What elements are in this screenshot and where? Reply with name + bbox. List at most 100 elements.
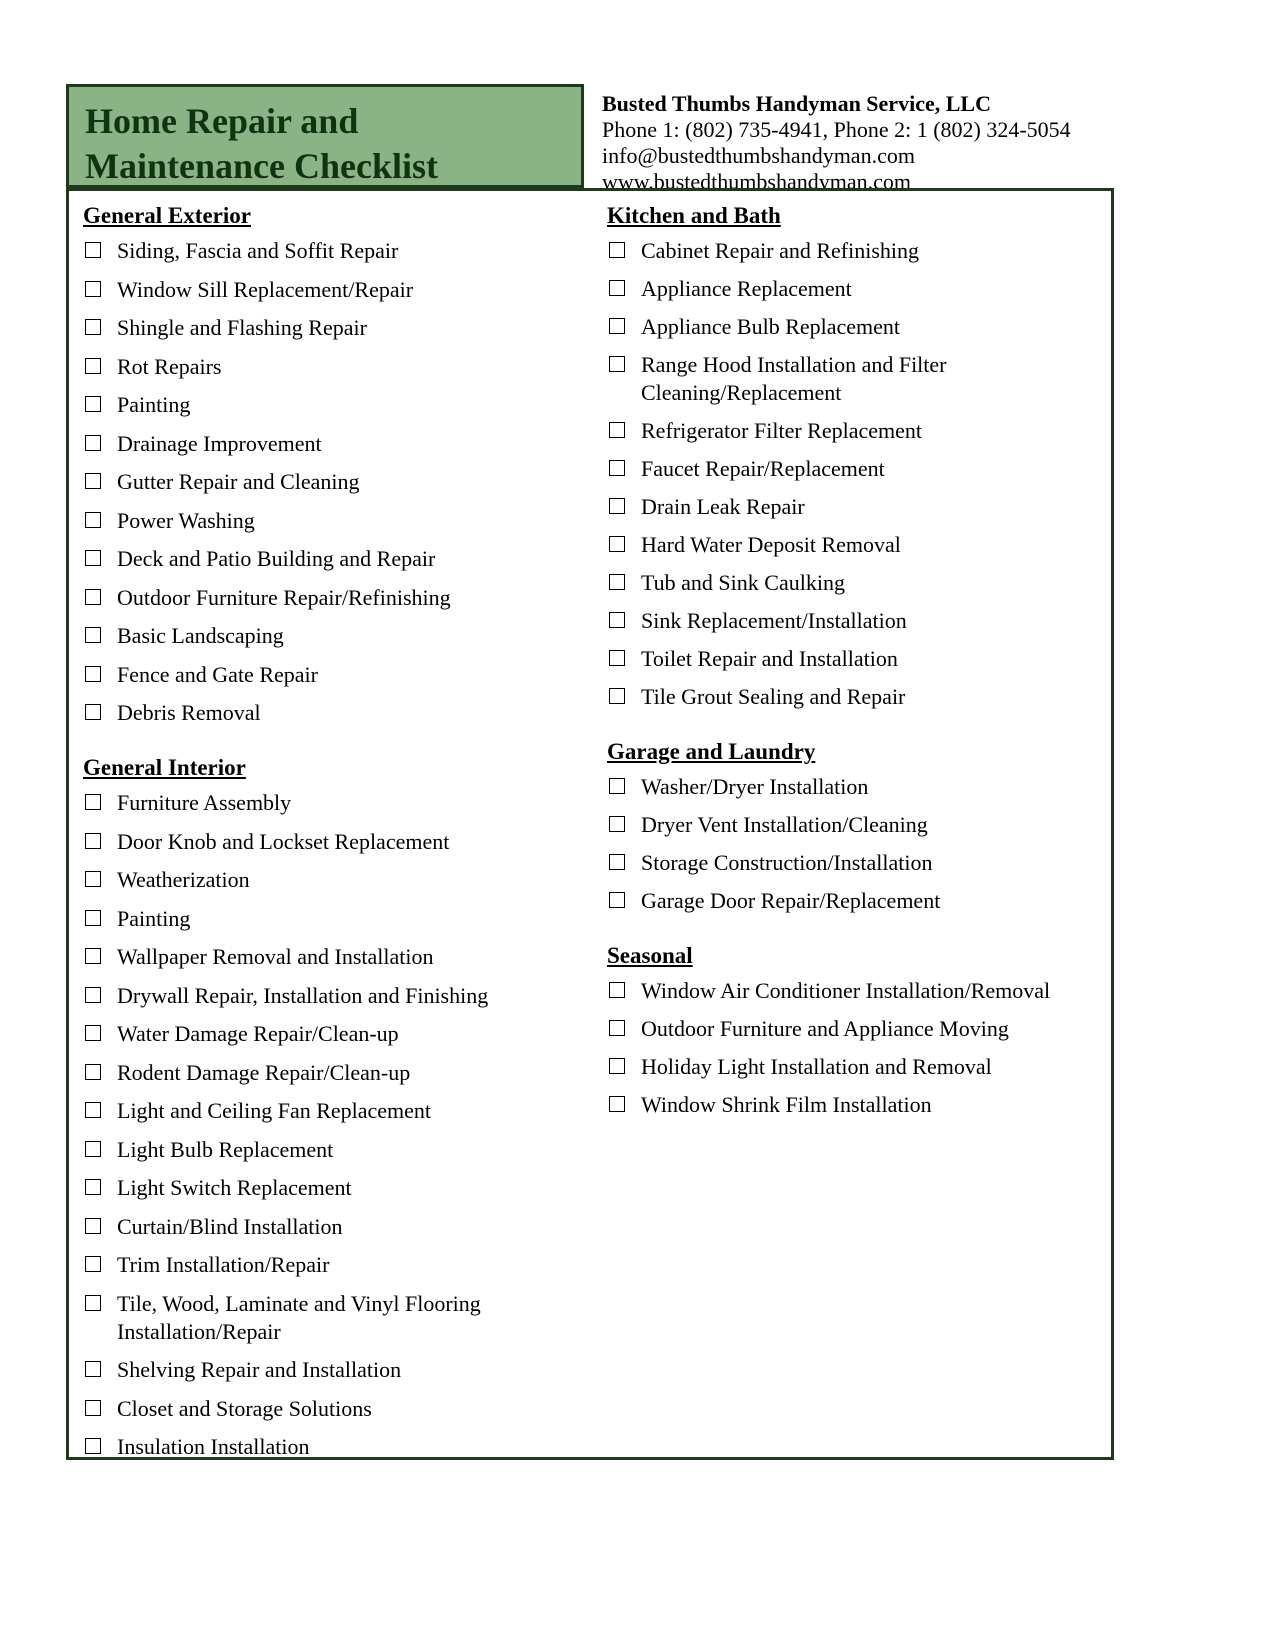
checkbox-icon[interactable] bbox=[609, 460, 625, 476]
checklist-item[interactable]: Curtain/Blind Installation bbox=[81, 1213, 601, 1241]
checkbox-icon[interactable] bbox=[609, 574, 625, 590]
checklist-item[interactable]: Tub and Sink Caulking bbox=[601, 569, 1111, 597]
checklist-item[interactable]: Power Washing bbox=[81, 507, 601, 535]
checkbox-icon[interactable] bbox=[85, 1102, 101, 1118]
checklist-item[interactable]: Shelving Repair and Installation bbox=[81, 1356, 601, 1384]
checklist-item[interactable]: Siding, Fascia and Soffit Repair bbox=[81, 237, 601, 265]
checkbox-icon[interactable] bbox=[609, 318, 625, 334]
checklist-item[interactable]: Window Sill Replacement/Repair bbox=[81, 276, 601, 304]
checkbox-icon[interactable] bbox=[85, 473, 101, 489]
checklist-item[interactable]: Window Air Conditioner Installation/Remo… bbox=[601, 977, 1111, 1005]
checklist-item[interactable]: Sink Replacement/Installation bbox=[601, 607, 1111, 635]
checkbox-icon[interactable] bbox=[609, 816, 625, 832]
checklist-item[interactable]: Tile, Wood, Laminate and Vinyl Flooring … bbox=[81, 1290, 601, 1346]
checkbox-icon[interactable] bbox=[609, 650, 625, 666]
checklist-item[interactable]: Painting bbox=[81, 905, 601, 933]
checklist-item[interactable]: Insulation Installation bbox=[81, 1433, 601, 1461]
checklist-item[interactable]: Furniture Assembly bbox=[81, 789, 601, 817]
checklist-item[interactable]: Tile Grout Sealing and Repair bbox=[601, 683, 1111, 711]
checkbox-icon[interactable] bbox=[609, 892, 625, 908]
checkbox-icon[interactable] bbox=[85, 665, 101, 682]
checklist-item[interactable]: Outdoor Furniture Repair/Refinishing bbox=[81, 584, 601, 612]
checklist-item[interactable]: Shingle and Flashing Repair bbox=[81, 314, 601, 342]
checklist-item[interactable]: Drain Leak Repair bbox=[601, 493, 1111, 521]
checkbox-icon[interactable] bbox=[85, 550, 101, 566]
checklist-item[interactable]: Door Knob and Lockset Replacement bbox=[81, 828, 601, 856]
checklist-item[interactable]: Washer/Dryer Installation bbox=[601, 773, 1111, 801]
checklist-item[interactable]: Deck and Patio Building and Repair bbox=[81, 545, 601, 573]
checkbox-icon[interactable] bbox=[609, 778, 625, 794]
checkbox-icon[interactable] bbox=[85, 319, 101, 335]
checklist-item[interactable]: Cabinet Repair and Refinishing bbox=[601, 237, 1111, 265]
checkbox-icon[interactable] bbox=[85, 396, 101, 412]
checkbox-icon[interactable] bbox=[609, 1020, 625, 1036]
checkbox-icon[interactable] bbox=[85, 986, 101, 1003]
checklist-item[interactable]: Window Shrink Film Installation bbox=[601, 1091, 1111, 1119]
checklist-item[interactable]: Refrigerator Filter Replacement bbox=[601, 417, 1111, 445]
checklist-item[interactable]: Weatherization bbox=[81, 866, 601, 894]
checklist-item[interactable]: Gutter Repair and Cleaning bbox=[81, 468, 601, 496]
checklist-item[interactable]: Storage Construction/Installation bbox=[601, 849, 1111, 877]
checkbox-icon[interactable] bbox=[85, 280, 101, 297]
checklist-item[interactable]: Holiday Light Installation and Removal bbox=[601, 1053, 1111, 1081]
checklist-item[interactable]: Closet and Storage Solutions bbox=[81, 1395, 601, 1423]
checkbox-icon[interactable] bbox=[85, 434, 101, 451]
checkbox-icon[interactable] bbox=[85, 1025, 101, 1041]
checkbox-icon[interactable] bbox=[609, 1096, 625, 1112]
checkbox-icon[interactable] bbox=[85, 1140, 101, 1157]
checkbox-icon[interactable] bbox=[85, 357, 101, 374]
checklist-item[interactable]: Faucet Repair/Replacement bbox=[601, 455, 1111, 483]
checkbox-icon[interactable] bbox=[609, 280, 625, 296]
checkbox-icon[interactable] bbox=[609, 536, 625, 552]
checkbox-icon[interactable] bbox=[609, 854, 625, 870]
checkbox-icon[interactable] bbox=[609, 242, 625, 258]
checklist-item[interactable]: Drainage Improvement bbox=[81, 430, 601, 458]
checkbox-icon[interactable] bbox=[85, 794, 101, 810]
checkbox-icon[interactable] bbox=[85, 704, 101, 720]
checkbox-icon[interactable] bbox=[609, 356, 625, 372]
checklist-item[interactable]: Fence and Gate Repair bbox=[81, 661, 601, 689]
checkbox-icon[interactable] bbox=[609, 688, 625, 704]
checkbox-icon[interactable] bbox=[85, 871, 101, 887]
checklist-item[interactable]: Rot Repairs bbox=[81, 353, 601, 381]
checkbox-icon[interactable] bbox=[85, 627, 101, 643]
checkbox-icon[interactable] bbox=[609, 1058, 625, 1074]
checklist-item[interactable]: Light Bulb Replacement bbox=[81, 1136, 601, 1164]
checklist-item[interactable]: Painting bbox=[81, 391, 601, 419]
checkbox-icon[interactable] bbox=[85, 511, 101, 528]
checkbox-icon[interactable] bbox=[85, 1294, 101, 1311]
checkbox-icon[interactable] bbox=[609, 612, 625, 628]
checklist-item[interactable]: Garage Door Repair/Replacement bbox=[601, 887, 1111, 915]
checklist-item[interactable]: Debris Removal bbox=[81, 699, 601, 727]
checkbox-icon[interactable] bbox=[85, 1063, 101, 1080]
checkbox-icon[interactable] bbox=[85, 242, 101, 258]
checkbox-icon[interactable] bbox=[85, 909, 101, 926]
checklist-item[interactable]: Range Hood Installation and Filter Clean… bbox=[601, 351, 1111, 407]
checkbox-icon[interactable] bbox=[85, 1399, 101, 1416]
checklist-item[interactable]: Drywall Repair, Installation and Finishi… bbox=[81, 982, 601, 1010]
checklist-item[interactable]: Light and Ceiling Fan Replacement bbox=[81, 1097, 601, 1125]
checkbox-icon[interactable] bbox=[609, 982, 625, 998]
checkbox-icon[interactable] bbox=[85, 1179, 101, 1195]
checklist-item[interactable]: Water Damage Repair/Clean-up bbox=[81, 1020, 601, 1048]
checklist-item[interactable]: Hard Water Deposit Removal bbox=[601, 531, 1111, 559]
checklist-item[interactable]: Rodent Damage Repair/Clean-up bbox=[81, 1059, 601, 1087]
checkbox-icon[interactable] bbox=[85, 588, 101, 605]
checkbox-icon[interactable] bbox=[85, 948, 101, 964]
checklist-item[interactable]: Basic Landscaping bbox=[81, 622, 601, 650]
checkbox-icon[interactable] bbox=[609, 498, 625, 514]
checklist-item[interactable]: Light Switch Replacement bbox=[81, 1174, 601, 1202]
checklist-item[interactable]: Dryer Vent Installation/Cleaning bbox=[601, 811, 1111, 839]
checkbox-icon[interactable] bbox=[85, 832, 101, 849]
checklist-item[interactable]: Trim Installation/Repair bbox=[81, 1251, 601, 1279]
checkbox-icon[interactable] bbox=[85, 1217, 101, 1234]
checklist-item[interactable]: Toilet Repair and Installation bbox=[601, 645, 1111, 673]
checkbox-icon[interactable] bbox=[609, 422, 625, 438]
checklist-item[interactable]: Wallpaper Removal and Installation bbox=[81, 943, 601, 971]
checklist-item[interactable]: Appliance Replacement bbox=[601, 275, 1111, 303]
checkbox-icon[interactable] bbox=[85, 1361, 101, 1377]
checklist-item[interactable]: Appliance Bulb Replacement bbox=[601, 313, 1111, 341]
checkbox-icon[interactable] bbox=[85, 1256, 101, 1272]
checkbox-icon[interactable] bbox=[85, 1438, 101, 1454]
checklist-item[interactable]: Outdoor Furniture and Appliance Moving bbox=[601, 1015, 1111, 1043]
